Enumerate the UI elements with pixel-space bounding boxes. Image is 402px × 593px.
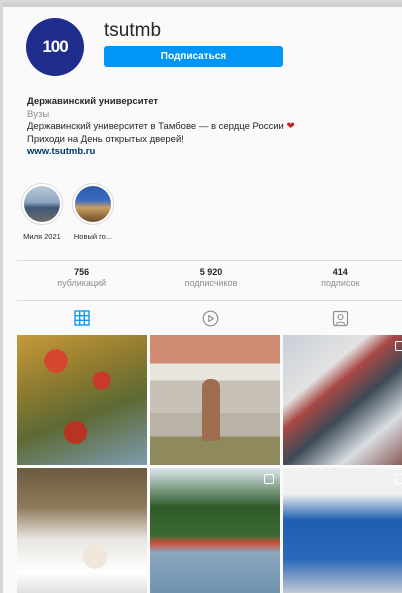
post-thumbnail[interactable] xyxy=(283,468,402,593)
divider xyxy=(17,260,402,261)
highlight-item[interactable]: Миля 2021 xyxy=(21,183,63,241)
highlight-label: Новый го... xyxy=(73,232,113,241)
heart-icon: ❤ xyxy=(286,121,295,132)
stat-posts-label: публикаций xyxy=(57,278,107,288)
post-thumbnail[interactable] xyxy=(17,335,147,465)
highlight-item[interactable]: Новый го... xyxy=(72,183,114,241)
avatar[interactable]: 100 xyxy=(26,18,84,76)
stat-following[interactable]: 414 подписок xyxy=(276,267,402,289)
bio-link[interactable]: www.tsutmb.ru xyxy=(27,146,397,159)
stat-following-count: 414 xyxy=(332,267,348,277)
window-edge xyxy=(3,3,402,7)
stat-followers-label: подписчиков xyxy=(184,278,238,288)
story-highlights: Миля 2021 Новый го... xyxy=(21,183,114,241)
tab-reels[interactable] xyxy=(146,306,275,330)
grid-icon xyxy=(74,310,90,326)
stat-posts-count: 756 xyxy=(74,267,90,277)
tagged-person-icon xyxy=(332,310,348,326)
bio-line-1: Державинский университет в Тамбове — в с… xyxy=(27,121,397,134)
bio: Державинский университет Вузы Державинск… xyxy=(27,96,397,159)
stat-followers-count: 5 920 xyxy=(199,267,223,277)
bio-name: Державинский университет xyxy=(27,96,159,107)
posts-grid xyxy=(17,335,402,593)
bio-line-1-text: Державинский университет в Тамбове — в с… xyxy=(27,121,284,132)
highlight-label: Миля 2021 xyxy=(23,232,61,241)
divider xyxy=(17,300,402,301)
profile-stats: 756 публикаций 5 920 подписчиков 414 под… xyxy=(17,267,402,289)
play-circle-icon xyxy=(203,310,219,326)
highlight-image xyxy=(24,186,60,222)
post-thumbnail[interactable] xyxy=(150,335,280,465)
post-thumbnail[interactable] xyxy=(283,335,402,465)
bio-category: Вузы xyxy=(27,108,50,120)
profile-tabs xyxy=(17,306,402,330)
avatar-logo-text: 100 xyxy=(42,37,68,56)
tab-posts[interactable] xyxy=(17,306,146,330)
highlight-image xyxy=(75,186,111,222)
stat-following-label: подписок xyxy=(321,278,360,288)
post-thumbnail[interactable] xyxy=(17,468,147,593)
highlight-ring xyxy=(72,183,114,225)
username: tsutmb xyxy=(104,20,162,41)
bio-line-2: Приходи на День открытых дверей! xyxy=(27,133,184,145)
carousel-icon xyxy=(264,474,274,484)
carousel-icon xyxy=(395,474,402,484)
highlight-ring xyxy=(21,183,63,225)
carousel-icon xyxy=(395,341,402,351)
profile-page: 100 tsutmb Подписаться Державинский унив… xyxy=(0,0,402,593)
stat-followers[interactable]: 5 920 подписчиков xyxy=(146,267,275,289)
follow-button[interactable]: Подписаться xyxy=(104,46,283,67)
tab-tagged[interactable] xyxy=(276,306,402,330)
stat-posts[interactable]: 756 публикаций xyxy=(17,267,146,289)
post-photo-figure xyxy=(202,379,220,441)
post-thumbnail[interactable] xyxy=(150,468,280,593)
